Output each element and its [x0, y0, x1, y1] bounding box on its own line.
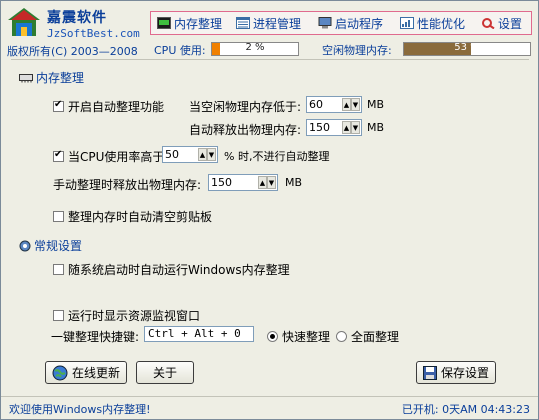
- manual-release-unit: MB: [285, 176, 303, 189]
- cpu-condition-checkbox[interactable]: 当CPU使用率高于: [53, 148, 164, 165]
- toolbar-label: 启动程序: [335, 16, 384, 31]
- settings-panel: 内存整理 开启自动整理功能 当空闲物理内存低于: ▲ ▼ MB 自动释放出物理内…: [11, 59, 529, 390]
- radio-full-cleanup[interactable]: 全面整理: [336, 328, 399, 345]
- manual-release-spinner[interactable]: ▲ ▼: [208, 174, 278, 191]
- general-section-title: 常规设置: [19, 237, 82, 254]
- spin-up-icon[interactable]: ▲: [258, 176, 267, 189]
- hotkey-field[interactable]: Ctrl + Alt + 0: [144, 326, 254, 342]
- top-toolbar: 内存整理 进程管理 启动程序 性能优化 设置: [150, 11, 532, 35]
- house-logo-icon: [8, 8, 40, 36]
- auto-release-input[interactable]: [309, 121, 343, 134]
- radio-fast-label: 快速整理: [282, 330, 331, 344]
- cpu-condition-spinner[interactable]: ▲ ▼: [162, 146, 218, 163]
- cpu-usage-label: CPU 使用:: [154, 44, 206, 57]
- show-monitor-label: 运行时显示资源监视窗口: [68, 309, 201, 323]
- radio-full-dot[interactable]: [336, 331, 347, 342]
- threshold-input[interactable]: [309, 98, 343, 111]
- optimize-icon: [400, 17, 414, 29]
- process-list-icon: [236, 17, 250, 29]
- threshold-spinner[interactable]: ▲ ▼: [306, 96, 362, 113]
- spin-up-icon[interactable]: ▲: [198, 148, 207, 161]
- brand-url[interactable]: JzSoftBest.com: [47, 27, 140, 40]
- toolbar-label: 内存整理: [174, 16, 223, 31]
- radio-full-label: 全面整理: [351, 330, 400, 344]
- about-label: 关于: [152, 366, 177, 380]
- spin-down-icon[interactable]: ▼: [351, 98, 360, 111]
- auto-release-label: 自动释放出物理内存:: [189, 123, 302, 137]
- save-disk-icon: [422, 365, 437, 380]
- cpu-condition-check-box[interactable]: [53, 149, 64, 162]
- clear-clipboard-check-box[interactable]: [53, 211, 64, 222]
- startup-computer-icon: [318, 17, 332, 29]
- memory-module-icon: [19, 73, 33, 82]
- save-settings-label: 保存设置: [440, 366, 489, 380]
- free-memory-value: 53 %: [454, 42, 480, 53]
- toolbar-performance-optimization[interactable]: 性能优化: [400, 15, 465, 31]
- radio-fast-dot[interactable]: [267, 331, 278, 342]
- auto-cleanup-check-box[interactable]: [53, 99, 64, 112]
- cpu-condition-suffix: % 时,不进行自动整理: [224, 150, 330, 163]
- toolbar-label: 设置: [498, 16, 523, 31]
- toolbar-process-manager[interactable]: 进程管理: [236, 15, 301, 31]
- spin-up-icon[interactable]: ▲: [342, 98, 351, 111]
- save-settings-button[interactable]: 保存设置: [416, 361, 496, 384]
- cpu-usage-value: 2 %: [245, 42, 265, 53]
- clear-clipboard-label: 整理内存时自动清空剪贴板: [68, 210, 213, 224]
- brand-name: 嘉震软件: [47, 10, 107, 26]
- cpu-usage-bar: 2 %: [211, 42, 299, 56]
- settings-icon: [482, 18, 495, 29]
- memory-section-label: 内存整理: [36, 71, 85, 85]
- memory-section-title: 内存整理: [19, 69, 84, 86]
- globe-update-icon: [52, 365, 68, 380]
- general-section-label: 常规设置: [34, 239, 83, 253]
- free-memory-label: 空闲物理内存:: [322, 44, 392, 57]
- online-update-label: 在线更新: [71, 366, 120, 380]
- memory-chip-icon: [157, 17, 171, 29]
- clear-clipboard-checkbox[interactable]: 整理内存时自动清空剪贴板: [53, 208, 212, 225]
- toolbar-startup-programs[interactable]: 启动程序: [318, 15, 383, 31]
- status-uptime: 已开机: 0天AM 04:43:23: [401, 403, 530, 416]
- auto-release-unit: MB: [367, 121, 385, 134]
- toolbar-settings[interactable]: 设置: [481, 15, 522, 31]
- online-update-button[interactable]: 在线更新: [45, 361, 127, 384]
- main-window: 嘉震软件 JzSoftBest.com 版权所有(C) 2003—2008 内存…: [0, 0, 539, 420]
- threshold-unit: MB: [367, 98, 385, 111]
- copyright-text: 版权所有(C) 2003—2008: [7, 45, 138, 58]
- hotkey-label: 一键整理快捷键:: [51, 330, 140, 344]
- spin-down-icon[interactable]: ▼: [351, 121, 360, 134]
- show-monitor-check-box[interactable]: [53, 310, 64, 321]
- manual-release-label: 手动整理时释放出物理内存:: [53, 178, 202, 192]
- auto-cleanup-label: 开启自动整理功能: [68, 100, 165, 114]
- spin-up-icon[interactable]: ▲: [342, 121, 351, 134]
- threshold-label: 当空闲物理内存低于:: [189, 100, 302, 114]
- radio-fast-cleanup[interactable]: 快速整理: [267, 328, 330, 345]
- autostart-check-box[interactable]: [53, 264, 64, 275]
- manual-release-input[interactable]: [211, 176, 245, 189]
- free-memory-bar: 53 %: [403, 42, 531, 56]
- auto-cleanup-checkbox[interactable]: 开启自动整理功能: [53, 98, 164, 115]
- cpu-condition-label: 当CPU使用率高于: [68, 150, 165, 164]
- status-welcome: 欢迎使用Windows内存整理!: [9, 403, 151, 416]
- autostart-checkbox[interactable]: 随系统启动时自动运行Windows内存整理: [53, 261, 290, 278]
- autostart-label: 随系统启动时自动运行Windows内存整理: [68, 263, 290, 277]
- general-settings-icon: [19, 240, 31, 251]
- toolbar-label: 性能优化: [417, 16, 466, 31]
- cpu-condition-input[interactable]: [165, 148, 199, 161]
- spin-down-icon[interactable]: ▼: [267, 176, 276, 189]
- toolbar-label: 进程管理: [253, 16, 302, 31]
- auto-release-spinner[interactable]: ▲ ▼: [306, 119, 362, 136]
- status-bar: 欢迎使用Windows内存整理! 已开机: 0天AM 04:43:23: [1, 396, 538, 419]
- spin-down-icon[interactable]: ▼: [207, 148, 216, 161]
- about-button[interactable]: 关于: [136, 361, 194, 384]
- show-monitor-checkbox[interactable]: 运行时显示资源监视窗口: [53, 307, 200, 324]
- toolbar-memory-cleanup[interactable]: 内存整理: [157, 15, 222, 31]
